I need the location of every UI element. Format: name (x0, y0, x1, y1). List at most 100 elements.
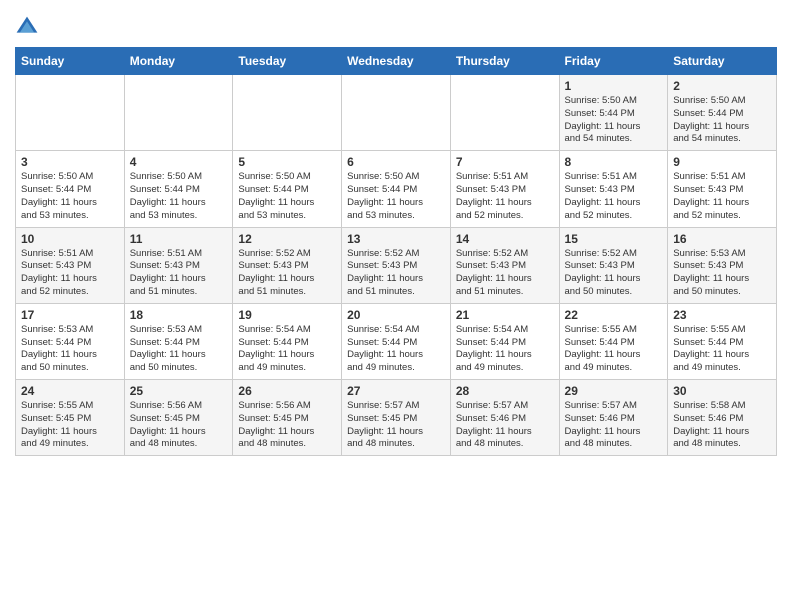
calendar-cell: 6 Sunrise: 5:50 AM Sunset: 5:44 PM Daylig… (342, 151, 451, 227)
day-number: 24 (21, 384, 119, 398)
day-info: Sunrise: 5:56 AM Sunset: 5:45 PM Dayligh… (238, 400, 336, 451)
day-number: 1 (565, 79, 663, 93)
calendar-cell (16, 75, 125, 151)
calendar-week-row: 3 Sunrise: 5:50 AM Sunset: 5:44 PM Daylig… (16, 151, 777, 227)
day-number: 26 (238, 384, 336, 398)
day-number: 20 (347, 308, 445, 322)
calendar-cell: 27Sunrise: 5:57 AM Sunset: 5:45 PM Dayli… (342, 380, 451, 456)
day-number: 30 (673, 384, 771, 398)
day-number: 19 (238, 308, 336, 322)
calendar-cell: 24 Sunrise: 5:55 AM Sunset: 5:45 PM Dayli… (16, 380, 125, 456)
day-number: 5 (238, 155, 336, 169)
day-number: 28 (456, 384, 554, 398)
calendar-week-row: 1 Sunrise: 5:50 AM Sunset: 5:44 PM Daylig… (16, 75, 777, 151)
calendar-cell (233, 75, 342, 151)
day-info: Sunrise: 5:51 AM Sunset: 5:43 PM Dayligh… (130, 248, 228, 299)
day-info: Sunrise: 5:54 AM Sunset: 5:44 PM Dayligh… (456, 324, 554, 375)
day-info: Sunrise: 5:52 AM Sunset: 5:43 PM Dayligh… (456, 248, 554, 299)
calendar-cell (342, 75, 451, 151)
calendar-cell: 7 Sunrise: 5:51 AM Sunset: 5:43 PM Daylig… (450, 151, 559, 227)
day-number: 14 (456, 232, 554, 246)
day-number: 4 (130, 155, 228, 169)
day-number: 22 (565, 308, 663, 322)
logo-icon (15, 15, 39, 39)
day-info: Sunrise: 5:53 AM Sunset: 5:43 PM Dayligh… (673, 248, 771, 299)
day-info: Sunrise: 5:57 AM Sunset: 5:46 PM Dayligh… (565, 400, 663, 451)
calendar-week-row: 24 Sunrise: 5:55 AM Sunset: 5:45 PM Dayli… (16, 380, 777, 456)
weekday-header-wednesday: Wednesday (342, 48, 451, 75)
calendar-cell: 10 Sunrise: 5:51 AM Sunset: 5:43 PM Dayli… (16, 227, 125, 303)
day-info: Sunrise: 5:55 AM Sunset: 5:44 PM Dayligh… (673, 324, 771, 375)
calendar-cell: 26 Sunrise: 5:56 AM Sunset: 5:45 PM Dayli… (233, 380, 342, 456)
day-number: 27 (347, 384, 445, 398)
weekday-header-sunday: Sunday (16, 48, 125, 75)
day-number: 25 (130, 384, 228, 398)
day-number: 13 (347, 232, 445, 246)
calendar-cell: 5 Sunrise: 5:50 AM Sunset: 5:44 PM Daylig… (233, 151, 342, 227)
calendar-cell: 17 Sunrise: 5:53 AM Sunset: 5:44 PM Dayli… (16, 303, 125, 379)
calendar-cell: 19 Sunrise: 5:54 AM Sunset: 5:44 PM Dayli… (233, 303, 342, 379)
day-number: 12 (238, 232, 336, 246)
calendar-cell: 1 Sunrise: 5:50 AM Sunset: 5:44 PM Daylig… (559, 75, 668, 151)
calendar-week-row: 17 Sunrise: 5:53 AM Sunset: 5:44 PM Dayli… (16, 303, 777, 379)
day-number: 23 (673, 308, 771, 322)
calendar-cell: 18Sunrise: 5:53 AM Sunset: 5:44 PM Dayli… (124, 303, 233, 379)
day-number: 10 (21, 232, 119, 246)
day-number: 7 (456, 155, 554, 169)
calendar-week-row: 10 Sunrise: 5:51 AM Sunset: 5:43 PM Dayli… (16, 227, 777, 303)
calendar-cell: 9 Sunrise: 5:51 AM Sunset: 5:43 PM Daylig… (668, 151, 777, 227)
day-info: Sunrise: 5:52 AM Sunset: 5:43 PM Dayligh… (238, 248, 336, 299)
day-info: Sunrise: 5:54 AM Sunset: 5:44 PM Dayligh… (347, 324, 445, 375)
calendar-cell: 4 Sunrise: 5:50 AM Sunset: 5:44 PM Daylig… (124, 151, 233, 227)
day-info: Sunrise: 5:55 AM Sunset: 5:45 PM Dayligh… (21, 400, 119, 451)
calendar-cell: 22 Sunrise: 5:55 AM Sunset: 5:44 PM Dayli… (559, 303, 668, 379)
day-info: Sunrise: 5:50 AM Sunset: 5:44 PM Dayligh… (130, 171, 228, 222)
calendar-table: SundayMondayTuesdayWednesdayThursdayFrid… (15, 47, 777, 456)
calendar-cell: 3Sunrise: 5:50 AM Sunset: 5:44 PM Daylig… (16, 151, 125, 227)
day-number: 11 (130, 232, 228, 246)
day-number: 8 (565, 155, 663, 169)
day-number: 6 (347, 155, 445, 169)
calendar-cell: 20 Sunrise: 5:54 AM Sunset: 5:44 PM Dayli… (342, 303, 451, 379)
day-number: 2 (673, 79, 771, 93)
calendar-cell: 25 Sunrise: 5:56 AM Sunset: 5:45 PM Dayli… (124, 380, 233, 456)
header (15, 10, 777, 39)
day-number: 15 (565, 232, 663, 246)
calendar-cell: 13 Sunrise: 5:52 AM Sunset: 5:43 PM Dayli… (342, 227, 451, 303)
day-number: 9 (673, 155, 771, 169)
calendar-cell: 28 Sunrise: 5:57 AM Sunset: 5:46 PM Dayli… (450, 380, 559, 456)
day-number: 16 (673, 232, 771, 246)
day-info: Sunrise: 5:58 AM Sunset: 5:46 PM Dayligh… (673, 400, 771, 451)
day-number: 3 (21, 155, 119, 169)
day-number: 21 (456, 308, 554, 322)
day-info: Sunrise: 5:52 AM Sunset: 5:43 PM Dayligh… (347, 248, 445, 299)
calendar-cell: 2Sunrise: 5:50 AM Sunset: 5:44 PM Daylig… (668, 75, 777, 151)
weekday-header-monday: Monday (124, 48, 233, 75)
day-info: Sunrise: 5:51 AM Sunset: 5:43 PM Dayligh… (673, 171, 771, 222)
day-info: Sunrise: 5:50 AM Sunset: 5:44 PM Dayligh… (238, 171, 336, 222)
weekday-header-row: SundayMondayTuesdayWednesdayThursdayFrid… (16, 48, 777, 75)
day-info: Sunrise: 5:50 AM Sunset: 5:44 PM Dayligh… (347, 171, 445, 222)
weekday-header-thursday: Thursday (450, 48, 559, 75)
day-info: Sunrise: 5:55 AM Sunset: 5:44 PM Dayligh… (565, 324, 663, 375)
day-info: Sunrise: 5:51 AM Sunset: 5:43 PM Dayligh… (565, 171, 663, 222)
weekday-header-friday: Friday (559, 48, 668, 75)
day-info: Sunrise: 5:52 AM Sunset: 5:43 PM Dayligh… (565, 248, 663, 299)
calendar-cell: 12 Sunrise: 5:52 AM Sunset: 5:43 PM Dayli… (233, 227, 342, 303)
day-number: 29 (565, 384, 663, 398)
page: SundayMondayTuesdayWednesdayThursdayFrid… (0, 0, 792, 471)
day-info: Sunrise: 5:53 AM Sunset: 5:44 PM Dayligh… (21, 324, 119, 375)
calendar-cell: 29 Sunrise: 5:57 AM Sunset: 5:46 PM Dayli… (559, 380, 668, 456)
calendar-cell: 14 Sunrise: 5:52 AM Sunset: 5:43 PM Dayli… (450, 227, 559, 303)
day-info: Sunrise: 5:56 AM Sunset: 5:45 PM Dayligh… (130, 400, 228, 451)
calendar-cell: 21 Sunrise: 5:54 AM Sunset: 5:44 PM Dayli… (450, 303, 559, 379)
calendar-cell: 16 Sunrise: 5:53 AM Sunset: 5:43 PM Dayli… (668, 227, 777, 303)
day-info: Sunrise: 5:57 AM Sunset: 5:46 PM Dayligh… (456, 400, 554, 451)
day-info: Sunrise: 5:50 AM Sunset: 5:44 PM Dayligh… (565, 95, 663, 146)
day-info: Sunrise: 5:51 AM Sunset: 5:43 PM Dayligh… (456, 171, 554, 222)
calendar-cell: 15 Sunrise: 5:52 AM Sunset: 5:43 PM Dayli… (559, 227, 668, 303)
day-info: Sunrise: 5:51 AM Sunset: 5:43 PM Dayligh… (21, 248, 119, 299)
day-number: 17 (21, 308, 119, 322)
calendar-cell (450, 75, 559, 151)
day-info: Sunrise: 5:54 AM Sunset: 5:44 PM Dayligh… (238, 324, 336, 375)
